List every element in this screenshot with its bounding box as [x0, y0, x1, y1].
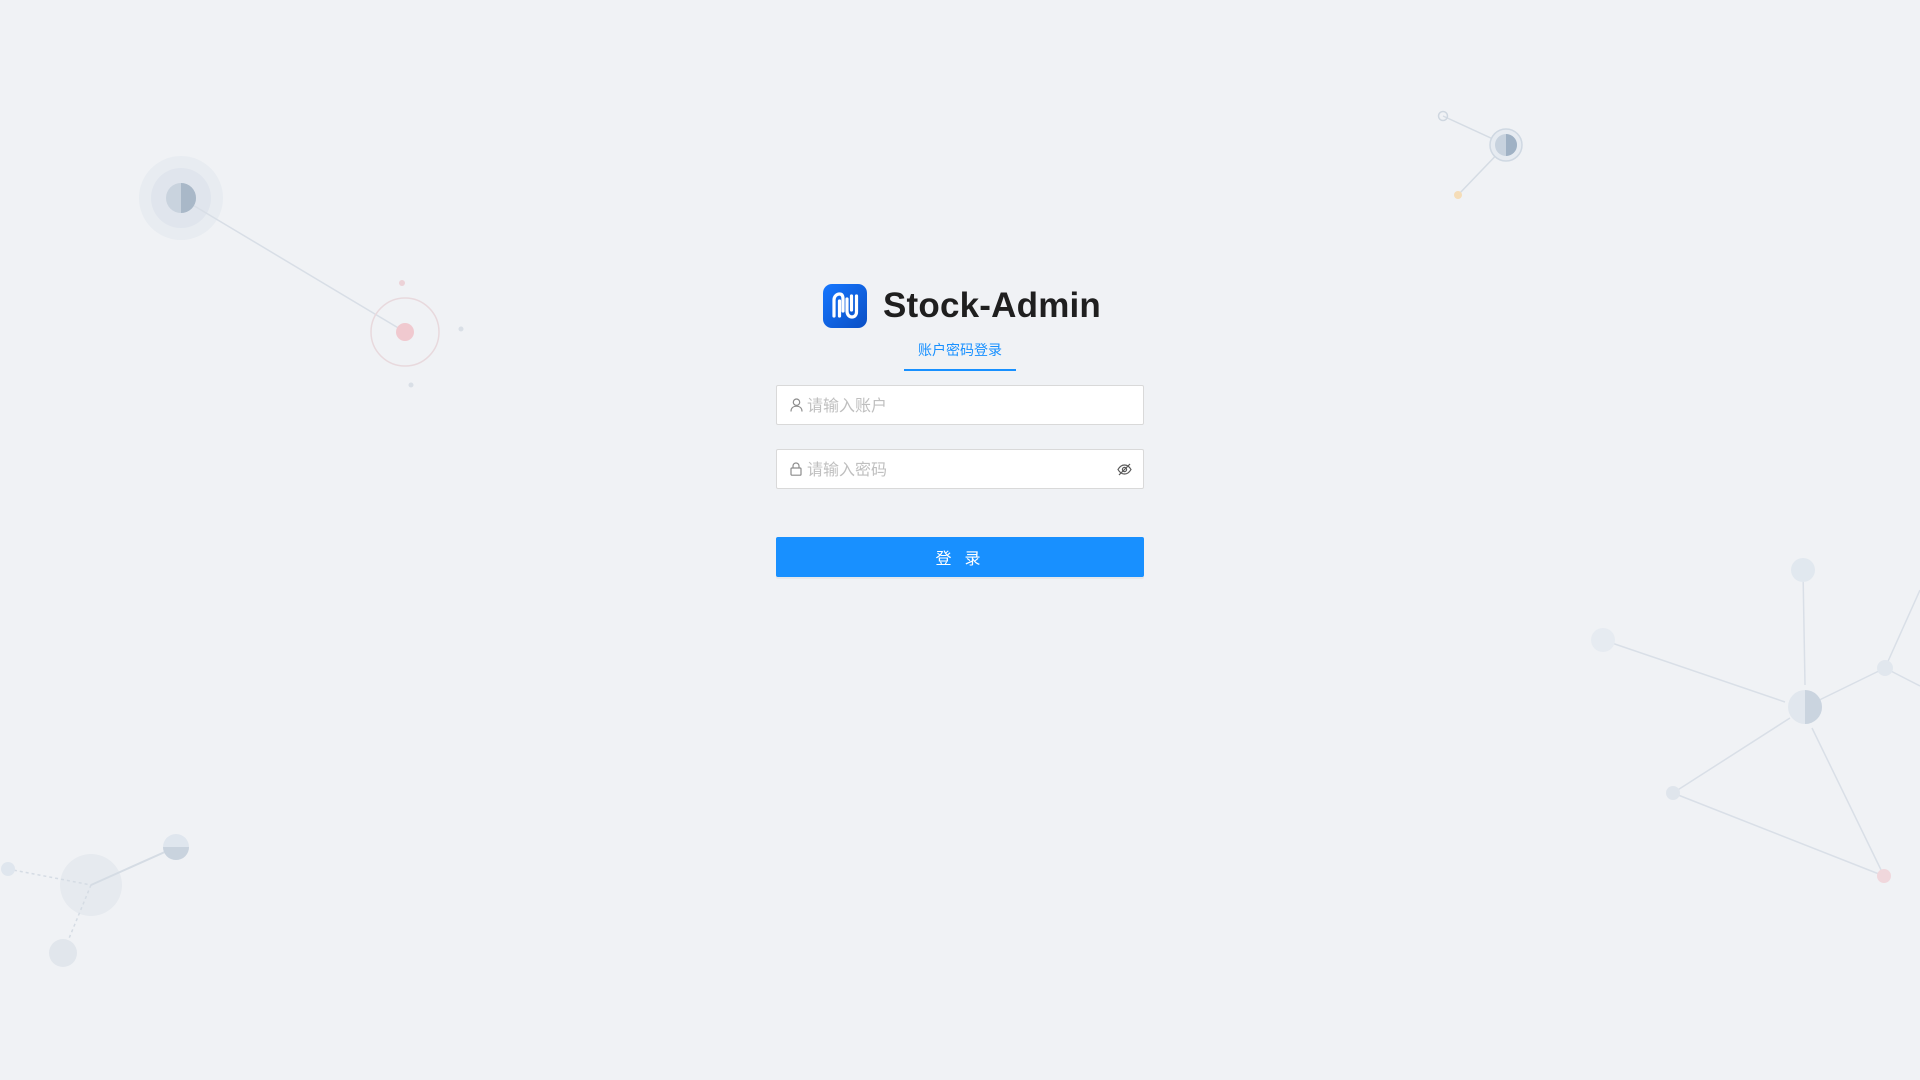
account-field[interactable]: [776, 385, 1144, 425]
user-icon: [789, 398, 803, 412]
app-title: Stock-Admin: [882, 286, 1102, 325]
login-tabs: 账户密码登录: [776, 340, 1144, 371]
login-button[interactable]: 登 录: [776, 537, 1144, 577]
password-input[interactable]: [807, 450, 1116, 488]
account-input[interactable]: [807, 386, 1143, 424]
password-field[interactable]: [776, 449, 1144, 489]
brand-header: Stock-Admin: [780, 284, 1144, 328]
lock-icon: [789, 462, 803, 476]
login-panel: Stock-Admin 账户密码登录 登 录: [776, 284, 1144, 577]
eye-invisible-icon[interactable]: [1116, 461, 1132, 477]
tab-account-password-login[interactable]: 账户密码登录: [904, 340, 1016, 371]
stock-logo-icon: [822, 284, 867, 328]
